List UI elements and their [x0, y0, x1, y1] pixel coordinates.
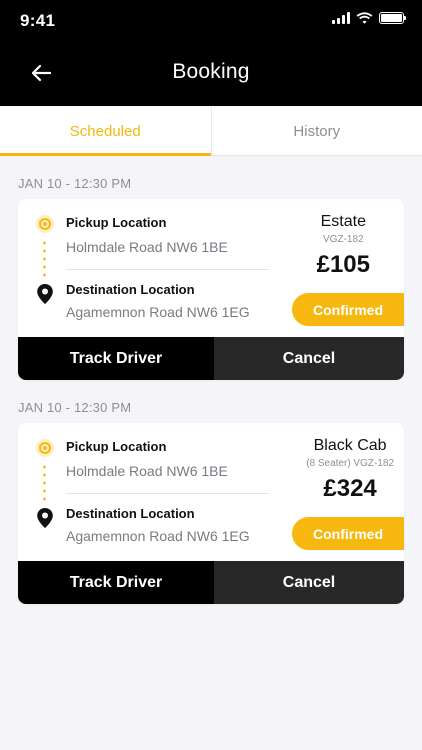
cancel-button[interactable]: Cancel	[214, 337, 404, 380]
status-badge: Confirmed	[292, 517, 404, 550]
vehicle-info: Black Cab (8 Seater) VGZ-182 £324	[306, 437, 394, 503]
booking-date: JAN 10 - 12:30 PM	[18, 400, 132, 415]
booking-card: Pickup Location Holmdale Road NW6 1BE De…	[18, 199, 404, 380]
status-time: 9:41	[20, 11, 56, 30]
tab-bar: Scheduled History	[0, 107, 422, 156]
pickup-marker-icon	[36, 439, 54, 457]
tab-history[interactable]: History	[210, 107, 422, 155]
pickup-label: Pickup Location	[66, 439, 167, 454]
status-bar: 9:41	[0, 0, 422, 40]
fare-price: £105	[316, 251, 370, 278]
destination-label: Destination Location	[66, 282, 195, 297]
location-divider	[66, 493, 269, 494]
pickup-label: Pickup Location	[66, 215, 167, 230]
booking-card: Pickup Location Holmdale Road NW6 1BE De…	[18, 423, 404, 604]
route-dots	[43, 463, 46, 505]
pickup-address: Holmdale Road NW6 1BE	[66, 463, 228, 479]
pickup-address: Holmdale Road NW6 1BE	[66, 239, 228, 255]
vehicle-type: Estate	[320, 213, 366, 230]
page-title: Booking	[172, 60, 250, 83]
status-badge: Confirmed	[292, 293, 404, 326]
track-driver-button[interactable]: Track Driver	[18, 337, 214, 380]
wifi-icon	[356, 12, 373, 24]
vehicle-plate: (8 Seater) VGZ-182	[306, 458, 394, 469]
cellular-signal-icon	[332, 12, 350, 24]
route-timeline	[35, 439, 55, 529]
destination-address: Agamemnon Road NW6 1EG	[66, 304, 250, 320]
nav-bar: Booking	[0, 40, 422, 106]
destination-label: Destination Location	[66, 506, 195, 521]
cancel-button[interactable]: Cancel	[214, 561, 404, 604]
pickup-marker-icon	[36, 215, 54, 233]
track-driver-button[interactable]: Track Driver	[18, 561, 214, 604]
tab-scheduled[interactable]: Scheduled	[0, 107, 211, 156]
vehicle-type: Black Cab	[313, 437, 387, 454]
fare-price: £324	[323, 475, 377, 502]
booking-actions: Track Driver Cancel	[18, 561, 404, 604]
destination-pin-icon	[37, 284, 53, 304]
booking-date: JAN 10 - 12:30 PM	[18, 176, 132, 191]
vehicle-info: Estate VGZ-182 £105	[317, 213, 370, 279]
booking-actions: Track Driver Cancel	[18, 337, 404, 380]
route-dots	[43, 239, 46, 281]
status-icons	[332, 12, 406, 24]
battery-icon	[379, 12, 406, 24]
destination-address: Agamemnon Road NW6 1EG	[66, 528, 250, 544]
vehicle-plate: VGZ-182	[323, 234, 364, 245]
location-divider	[66, 269, 269, 270]
route-timeline	[35, 215, 55, 305]
destination-pin-icon	[37, 508, 53, 528]
